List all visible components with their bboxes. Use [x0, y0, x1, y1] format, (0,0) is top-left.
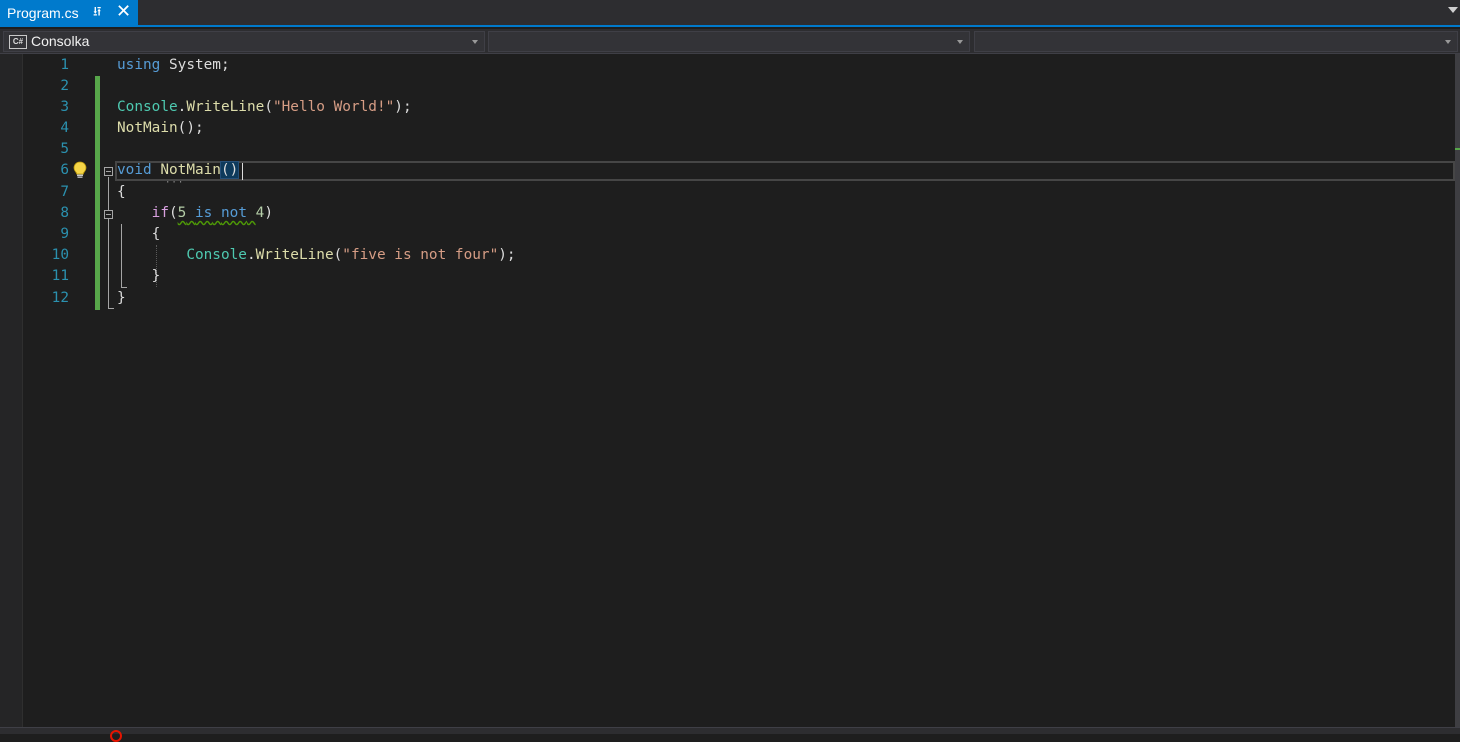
close-icon[interactable]: ✕ [116, 1, 131, 22]
matched-parens: () [219, 161, 240, 179]
code-text: Console.WriteLine("Hello World!"); [117, 97, 412, 118]
line-number: 7 [60, 184, 69, 200]
code-token: ( [168, 205, 178, 221]
error-indicator-icon[interactable] [110, 730, 122, 742]
project-name: Consolka [31, 33, 90, 49]
code-token: (); [177, 120, 204, 136]
code-line-1[interactable]: 1 using System; [0, 55, 1455, 76]
code-line-6[interactable]: 6 void NotMain() [0, 160, 1455, 181]
chevron-down-icon [1445, 40, 1451, 44]
line-number: 4 [60, 120, 69, 136]
method-name: NotMain [117, 120, 178, 136]
code-token: ); [394, 99, 412, 115]
chevron-down-icon [957, 40, 963, 44]
line-number: 12 [51, 290, 69, 306]
line-number: 5 [60, 141, 69, 157]
code-token: ( [333, 247, 343, 263]
code-text: { [117, 226, 161, 242]
type-dropdown[interactable] [488, 31, 970, 52]
code-line-5[interactable]: 5 [0, 139, 1455, 160]
code-line-10[interactable]: 10 Console.WriteLine("five is not four")… [0, 245, 1455, 266]
chevron-down-icon [472, 40, 478, 44]
vertical-scrollbar[interactable] [1455, 54, 1460, 727]
scrollbar-change-marker [1455, 148, 1460, 150]
method-name: WriteLine [255, 247, 334, 263]
line-number: 9 [60, 226, 69, 242]
code-token: System; [160, 57, 230, 73]
type-name: Console [117, 99, 178, 115]
code-line-4[interactable]: 4 NotMain(); [0, 118, 1455, 139]
line-number: 2 [60, 78, 69, 94]
line-number: 1 [60, 57, 69, 73]
code-editor[interactable]: 1 using System; 2 3 Console.WriteLine("H… [0, 54, 1460, 727]
navigation-bar: C# Consolka [0, 29, 1460, 54]
line-number: 3 [60, 99, 69, 115]
line-number: 6 [60, 162, 69, 178]
tab-overflow-dropdown-icon[interactable] [1448, 7, 1458, 13]
tab-title: Program.cs [7, 5, 79, 21]
string-literal: "five is not four" [342, 247, 499, 263]
pin-icon[interactable]: ⭿ [93, 3, 101, 25]
code-text: Console.WriteLine("five is not four"); [117, 245, 516, 266]
code-text: using System; [117, 55, 230, 76]
code-text: { [117, 184, 126, 200]
code-text: if(5 is not 4) [117, 203, 273, 224]
code-line-2[interactable]: 2 [0, 76, 1455, 97]
keyword: not [221, 205, 247, 221]
code-token: ( [264, 99, 273, 115]
line-number: 11 [51, 268, 69, 284]
code-text: } [117, 290, 126, 306]
csharp-project-icon: C# [9, 35, 27, 49]
project-dropdown[interactable]: C# Consolka [3, 31, 485, 52]
code-text: } [117, 268, 161, 284]
member-dropdown[interactable] [974, 31, 1458, 52]
control-keyword: if [151, 205, 169, 221]
code-token: ); [498, 247, 516, 263]
keyword: using [117, 57, 161, 73]
code-token: . [246, 247, 256, 263]
text-caret [242, 163, 243, 180]
string-literal: "Hello World!" [272, 99, 395, 115]
type-name: Console [186, 247, 247, 263]
code-line-7[interactable]: 7 { [0, 182, 1455, 203]
code-line-9[interactable]: 9 { [0, 224, 1455, 245]
method-name: NotMain [160, 162, 221, 178]
tab-program-cs[interactable]: Program.cs ⭿ ✕ [0, 0, 138, 27]
warning-squiggle[interactable]: 5 is not [178, 205, 256, 221]
line-number: 10 [51, 247, 69, 263]
code-line-11[interactable]: 11 } [0, 266, 1455, 287]
code-line-8[interactable]: 8 if(5 is not 4) [0, 203, 1455, 224]
line-number: 8 [60, 205, 69, 221]
code-token: ) [264, 205, 274, 221]
keyword: void [117, 162, 152, 178]
keyword: is [195, 205, 213, 221]
document-tab-strip: Program.cs ⭿ ✕ [0, 0, 1460, 27]
method-name: WriteLine [186, 99, 265, 115]
code-text: NotMain(); [117, 118, 204, 139]
code-line-3[interactable]: 3 Console.WriteLine("Hello World!"); [0, 97, 1455, 118]
code-line-12[interactable]: 12 } [0, 288, 1455, 309]
